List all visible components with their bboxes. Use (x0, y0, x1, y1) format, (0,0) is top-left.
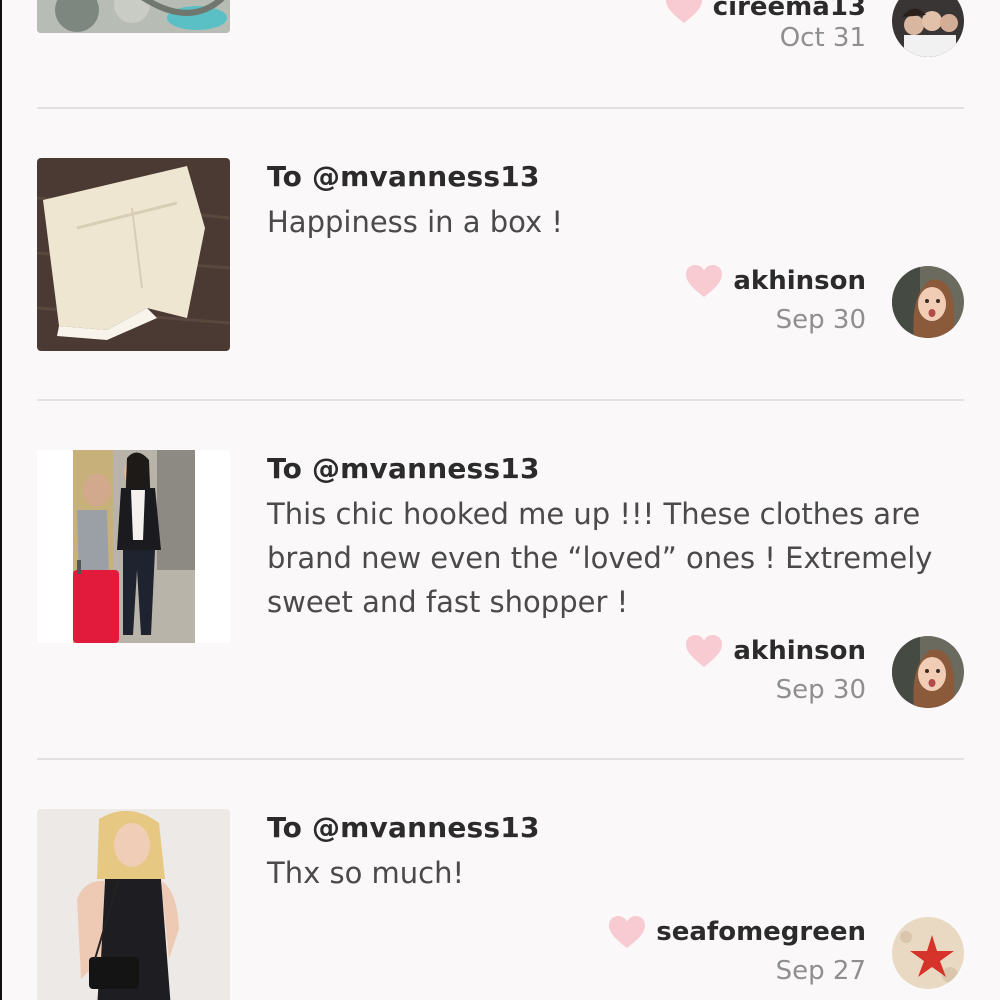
note-message: This chic hooked me up !!! These clothes… (267, 497, 933, 619)
sender-username[interactable]: seafomegreen (656, 917, 866, 947)
note-recipient: To @mvanness13 (267, 452, 540, 485)
sender[interactable]: akhinson (685, 634, 866, 668)
note-message: Thx so much! (267, 856, 465, 890)
note-recipient: To @mvanness13 (267, 811, 540, 844)
note-date: Oct 31 (779, 23, 866, 53)
love-note-item: To @mvanness13 This chic hooked me up !!… (37, 450, 964, 720)
window-edge (0, 0, 2, 1000)
sender-avatar[interactable] (892, 917, 964, 989)
note-date: Sep 27 (775, 956, 866, 986)
note-divider (37, 107, 964, 109)
listing-thumbnail[interactable] (37, 158, 230, 351)
sender-avatar[interactable] (892, 636, 964, 708)
sender-username[interactable]: cireema13 (713, 0, 866, 22)
love-note-item: cireema13 Oct 31 (37, 0, 964, 60)
sender[interactable]: seafomegreen (608, 915, 866, 949)
note-date: Sep 30 (775, 305, 866, 335)
sender-avatar[interactable] (892, 0, 964, 57)
heart-icon (608, 915, 646, 949)
love-note-item: To @mvanness13 Thx so much! seafomegreen… (37, 809, 964, 1000)
heart-icon (685, 264, 723, 298)
sender-username[interactable]: akhinson (733, 266, 866, 296)
listing-thumbnail[interactable] (37, 450, 230, 643)
sender[interactable]: cireema13 (665, 0, 866, 24)
listing-thumbnail[interactable] (37, 809, 230, 1000)
note-message: Happiness in a box ! (267, 205, 564, 239)
note-divider (37, 399, 964, 401)
listing-thumbnail[interactable] (37, 0, 230, 33)
note-divider (37, 758, 964, 760)
love-notes-page: cireema13 Oct 31 To @mvanness13 Happines… (0, 0, 1000, 1000)
sender-username[interactable]: akhinson (733, 636, 866, 666)
sender-avatar[interactable] (892, 266, 964, 338)
sender[interactable]: akhinson (685, 264, 866, 298)
note-recipient: To @mvanness13 (267, 160, 540, 193)
heart-icon (685, 634, 723, 668)
note-date: Sep 30 (775, 675, 866, 705)
heart-icon (665, 0, 703, 24)
love-note-item: To @mvanness13 Happiness in a box ! akhi… (37, 158, 964, 358)
